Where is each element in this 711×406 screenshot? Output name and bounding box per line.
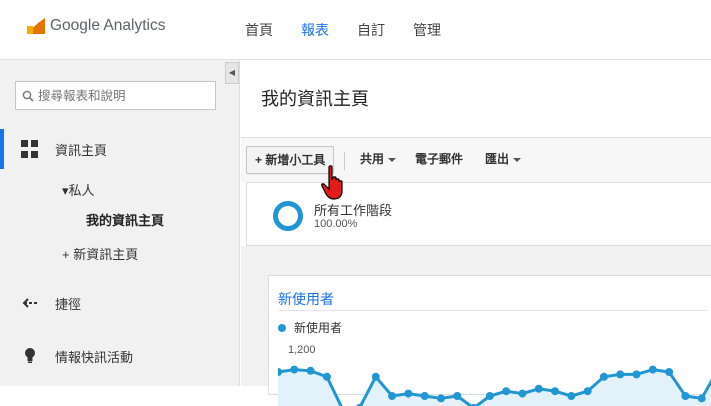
sidebar-item-private[interactable]: ▾私人 bbox=[62, 180, 95, 199]
chart-legend: 新使用者 bbox=[278, 319, 342, 336]
legend-label: 新使用者 bbox=[294, 321, 343, 335]
sidebar-item-new-dashboard[interactable]: + 新資訊主頁 bbox=[62, 244, 138, 263]
data-point[interactable] bbox=[518, 389, 527, 398]
data-point[interactable] bbox=[306, 366, 315, 375]
sidebar-item-label: 捷徑 bbox=[55, 296, 82, 312]
nav-admin[interactable]: 管理 bbox=[413, 0, 441, 60]
new-users-line-chart bbox=[278, 365, 711, 406]
chevron-down-icon bbox=[388, 157, 397, 162]
data-point[interactable] bbox=[583, 387, 592, 396]
sidebar-item-dashboards[interactable]: 資訊主頁 bbox=[0, 129, 240, 169]
share-button[interactable]: 共用 bbox=[360, 146, 397, 174]
new-users-widget: 新使用者 新使用者 1,200 bbox=[268, 275, 711, 406]
share-label: 共用 bbox=[360, 152, 385, 166]
data-point[interactable] bbox=[453, 392, 462, 400]
widget-area: 新使用者 新使用者 1,200 bbox=[241, 246, 711, 406]
sidebar-item-intelligence[interactable]: 情報快訊活動 bbox=[0, 346, 240, 366]
top-bar: Google Analytics 首頁 報表 自訂 管理 bbox=[0, 0, 711, 60]
data-point[interactable] bbox=[485, 392, 494, 400]
email-button[interactable]: 電子郵件 bbox=[415, 146, 463, 174]
series-area bbox=[278, 369, 711, 406]
main-content: 我的資訊主頁 + 新增小工具 共用 電子郵件 匯出 所有工作階段 100.00%… bbox=[241, 60, 711, 406]
segment-selector[interactable]: 所有工作階段 100.00% bbox=[246, 182, 711, 246]
data-point[interactable] bbox=[371, 372, 380, 381]
dashboard-grid-icon bbox=[21, 140, 39, 158]
add-widget-button[interactable]: + 新增小工具 bbox=[246, 146, 335, 174]
data-point[interactable] bbox=[290, 365, 299, 374]
sidebar-item-label: 情報快訊活動 bbox=[55, 349, 134, 365]
toolbar-divider bbox=[344, 152, 345, 170]
data-point[interactable] bbox=[681, 392, 690, 400]
sidebar-item-shortcuts[interactable]: 捷徑 bbox=[0, 293, 240, 313]
analytics-logo-icon bbox=[27, 18, 45, 34]
main-nav: 首頁 報表 自訂 管理 bbox=[245, 0, 469, 60]
data-point[interactable] bbox=[697, 394, 706, 403]
dashboard-toolbar: + 新增小工具 共用 電子郵件 匯出 bbox=[241, 137, 711, 182]
page-title: 我的資訊主頁 bbox=[261, 89, 369, 109]
active-indicator bbox=[0, 129, 4, 169]
search-input[interactable] bbox=[38, 88, 208, 103]
data-point[interactable] bbox=[599, 372, 608, 381]
data-point[interactable] bbox=[616, 370, 625, 379]
sidebar-item-my-dashboard[interactable]: 我的資訊主頁 bbox=[86, 210, 164, 229]
widget-title[interactable]: 新使用者 bbox=[278, 289, 334, 309]
google-analytics-logo[interactable]: Google Analytics bbox=[27, 17, 165, 35]
export-button[interactable]: 匯出 bbox=[485, 146, 522, 174]
segment-donut-icon bbox=[273, 201, 303, 231]
lightbulb-icon bbox=[25, 348, 35, 363]
data-point[interactable] bbox=[420, 392, 429, 400]
data-point[interactable] bbox=[322, 372, 331, 381]
sidebar-search[interactable] bbox=[15, 81, 216, 110]
data-point[interactable] bbox=[648, 365, 657, 374]
search-icon bbox=[22, 90, 34, 102]
y-tick-label: 1,200 bbox=[288, 344, 316, 356]
collapse-sidebar-button[interactable]: ◀ bbox=[225, 62, 239, 84]
segment-label: 所有工作階段 bbox=[314, 203, 393, 218]
sidebar: 資訊主頁 ▾私人 我的資訊主頁 + 新資訊主頁 捷徑 情報快訊活動 bbox=[0, 60, 240, 386]
segment-percent: 100.00% bbox=[314, 218, 358, 230]
data-point[interactable] bbox=[404, 389, 413, 398]
nav-home[interactable]: 首頁 bbox=[245, 0, 273, 60]
nav-reports[interactable]: 報表 bbox=[301, 0, 329, 60]
data-point[interactable] bbox=[551, 387, 560, 396]
data-point[interactable] bbox=[388, 392, 397, 400]
data-point[interactable] bbox=[665, 368, 674, 376]
sidebar-item-label: 資訊主頁 bbox=[55, 142, 108, 158]
data-point[interactable] bbox=[567, 392, 576, 400]
data-point[interactable] bbox=[502, 387, 511, 396]
export-label: 匯出 bbox=[485, 152, 510, 166]
data-point[interactable] bbox=[632, 370, 641, 379]
nav-customize[interactable]: 自訂 bbox=[357, 0, 385, 60]
shortcut-arrow-icon bbox=[22, 298, 37, 308]
chevron-down-icon bbox=[513, 157, 522, 162]
brand-name: Google Analytics bbox=[50, 17, 166, 34]
legend-dot-icon bbox=[278, 323, 286, 332]
widget-divider bbox=[278, 310, 708, 311]
data-point[interactable] bbox=[436, 394, 445, 403]
